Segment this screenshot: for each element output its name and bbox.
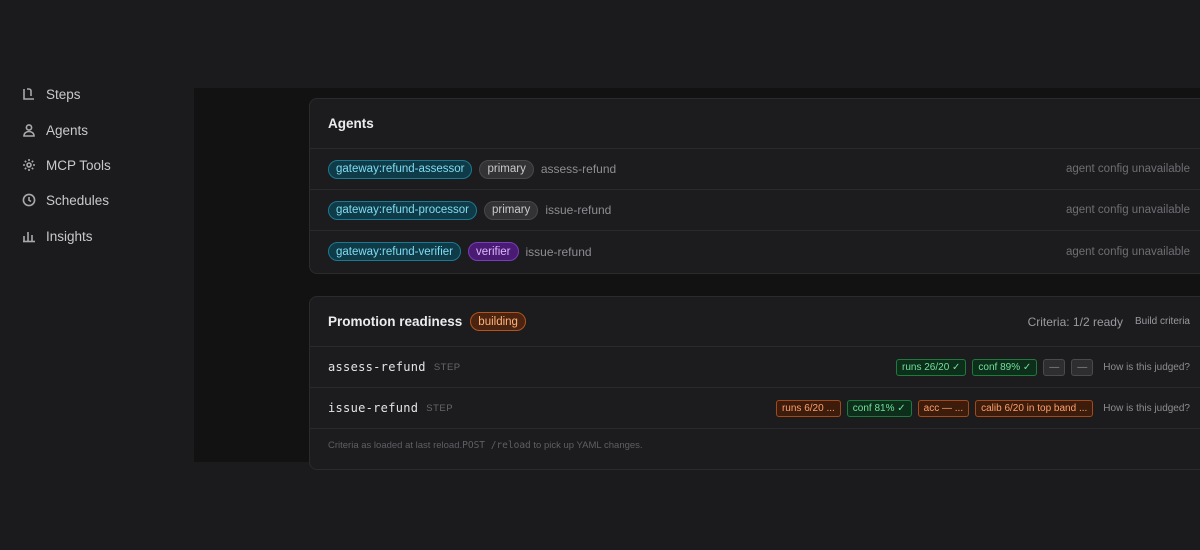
status-badge: building bbox=[470, 312, 526, 331]
build-criteria-button[interactable]: Build criteria bbox=[1135, 316, 1190, 327]
sidebar-item-label: MCP Tools bbox=[46, 157, 111, 173]
criterion-chip[interactable]: runs 26/20 ✓ bbox=[896, 358, 967, 376]
criterion-chip[interactable]: calib 6/20 in top band ... bbox=[975, 399, 1094, 417]
sidebar-item-label: Schedules bbox=[46, 192, 110, 208]
agent-name-badge[interactable]: gateway:refund-assessor bbox=[328, 159, 473, 179]
agent-config-status: agent config unavailable bbox=[1065, 163, 1190, 175]
sidebar: Steps Agents MCP Tools Schedules Insight… bbox=[0, 0, 192, 550]
agents-card-title: Agents bbox=[310, 99, 1200, 149]
promotion-header: Promotion readiness building Criteria: 1… bbox=[310, 297, 1200, 347]
agent-role-badge: primary bbox=[479, 159, 534, 179]
steps-icon bbox=[23, 88, 34, 100]
agent-row: gateway:refund-verifier verifier issue-r… bbox=[310, 231, 1200, 272]
agent-row: gateway:refund-assessor primary assess-r… bbox=[310, 149, 1200, 190]
agent-name-badge[interactable]: gateway:refund-verifier bbox=[328, 242, 461, 261]
step-row: issue-refund STEP runs 6/20 ... conf 81%… bbox=[310, 388, 1200, 429]
promotion-title: Promotion readiness bbox=[328, 314, 463, 329]
how-judged-link[interactable]: How is this judged? bbox=[1103, 362, 1190, 373]
sidebar-item-insights[interactable]: Insights bbox=[22, 225, 93, 247]
step-row: assess-refund STEP runs 26/20 ✓ conf 89%… bbox=[310, 347, 1200, 388]
sidebar-item-mcp-tools[interactable]: MCP Tools bbox=[22, 154, 111, 176]
sidebar-item-agents[interactable]: Agents bbox=[22, 119, 88, 141]
how-judged-link[interactable]: How is this judged? bbox=[1103, 403, 1190, 414]
criterion-chip[interactable]: conf 89% ✓ bbox=[972, 358, 1038, 376]
clock-icon bbox=[22, 193, 36, 207]
sidebar-item-label: Steps bbox=[46, 86, 81, 102]
agents-card: Agents gateway:refund-assessor primary a… bbox=[309, 98, 1200, 274]
step-tag: STEP bbox=[426, 402, 454, 414]
footnote-text-end: to pick up YAML changes. bbox=[530, 440, 643, 451]
criterion-chip[interactable]: runs 6/20 ... bbox=[775, 399, 841, 417]
agent-role-badge: verifier bbox=[467, 242, 519, 261]
bar-chart-icon bbox=[23, 232, 35, 243]
agent-step: issue-refund bbox=[525, 244, 592, 259]
sidebar-item-schedules[interactable]: Schedules bbox=[22, 189, 109, 211]
criteria-summary: Criteria: 1/2 ready bbox=[1027, 314, 1123, 329]
sidebar-item-label: Insights bbox=[46, 228, 93, 244]
footnote-code: POST /reload bbox=[462, 440, 531, 451]
agent-row: gateway:refund-processor primary issue-r… bbox=[310, 190, 1200, 231]
agents-icon bbox=[23, 124, 35, 137]
criterion-chip[interactable]: — bbox=[1043, 358, 1066, 376]
gear-icon bbox=[23, 159, 35, 171]
criterion-chip[interactable]: acc — ... bbox=[917, 399, 970, 417]
criterion-chip[interactable]: — bbox=[1071, 358, 1094, 376]
promotion-card: Promotion readiness building Criteria: 1… bbox=[309, 296, 1200, 470]
agent-step: issue-refund bbox=[545, 203, 612, 217]
agent-name-badge[interactable]: gateway:refund-processor bbox=[328, 200, 477, 220]
agent-step: assess-refund bbox=[540, 162, 617, 176]
agent-config-status: agent config unavailable bbox=[1065, 204, 1190, 216]
step-name: issue-refund bbox=[328, 401, 419, 415]
sidebar-item-label: Agents bbox=[46, 122, 89, 138]
agent-config-status: agent config unavailable bbox=[1065, 245, 1190, 258]
footnote-text: Criteria as loaded at last reload. bbox=[328, 440, 463, 451]
criterion-chip[interactable]: conf 81% ✓ bbox=[846, 399, 912, 417]
criteria-footnote: Criteria as loaded at last reload. POST … bbox=[310, 429, 1200, 462]
step-tag: STEP bbox=[433, 361, 461, 373]
sidebar-item-steps[interactable]: Steps bbox=[22, 83, 81, 105]
agent-role-badge: primary bbox=[483, 200, 539, 220]
step-name: assess-refund bbox=[328, 360, 426, 374]
